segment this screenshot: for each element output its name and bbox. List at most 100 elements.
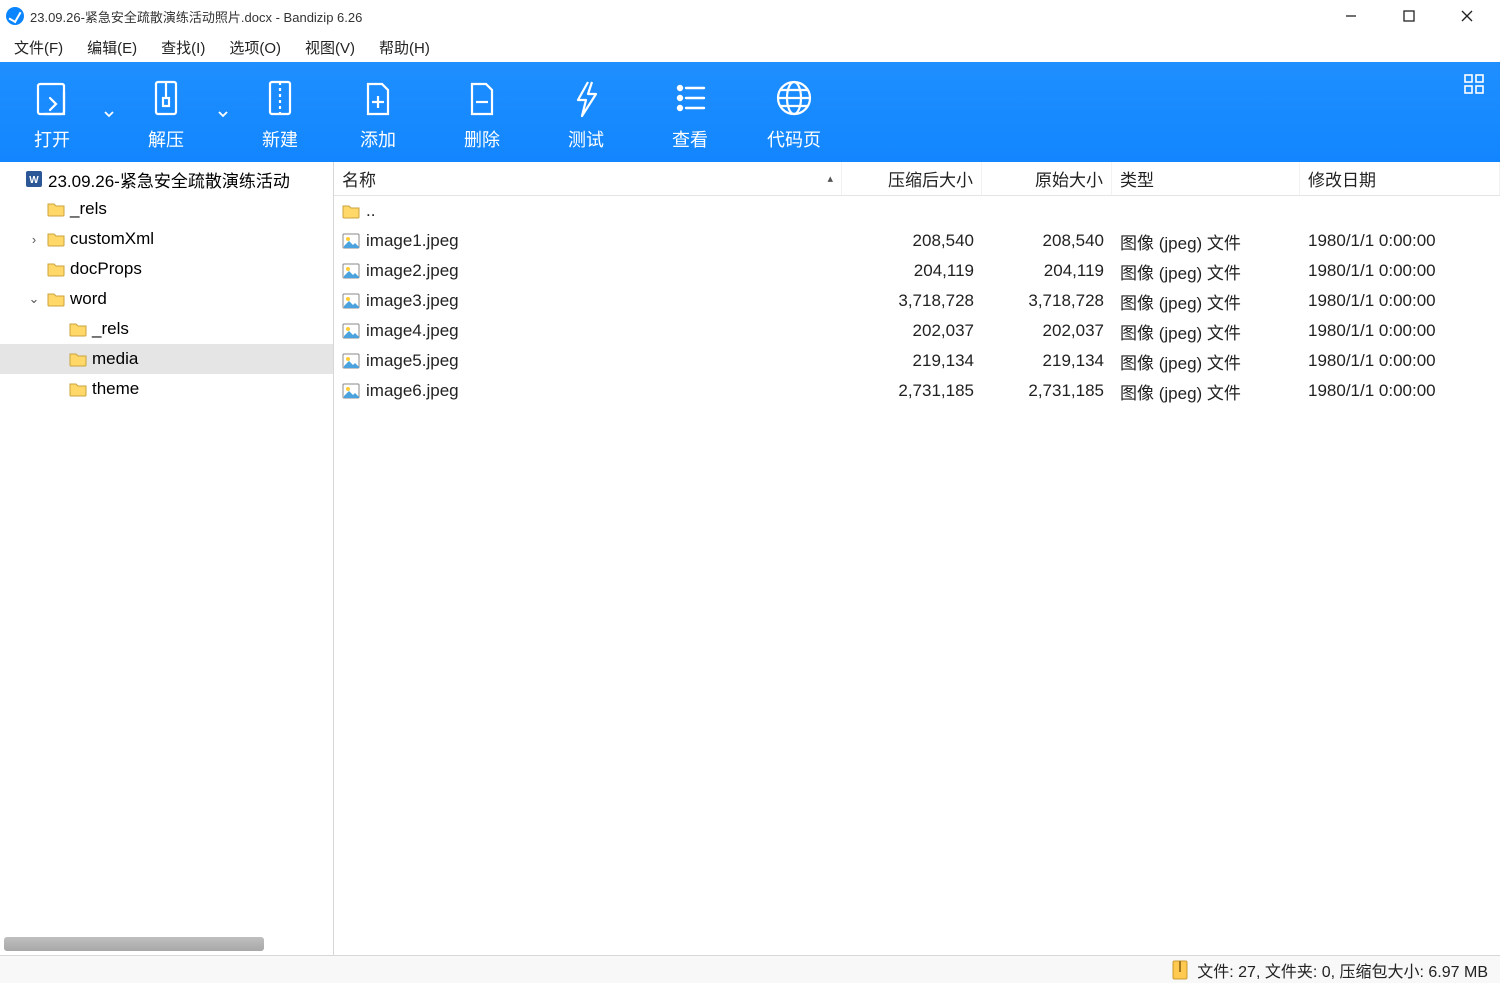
- parent-folder-row[interactable]: ..: [334, 196, 1500, 226]
- new-icon: [258, 76, 302, 120]
- delete-icon: [460, 76, 504, 120]
- menubar: 文件(F) 编辑(E) 查找(I) 选项(O) 视图(V) 帮助(H): [0, 32, 1500, 62]
- tree-item-theme[interactable]: ·theme: [0, 374, 333, 404]
- file-original-size: 202,037: [982, 321, 1112, 341]
- col-date[interactable]: 修改日期: [1300, 162, 1500, 195]
- file-original-size: 2,731,185: [982, 381, 1112, 401]
- layout-button[interactable]: [1454, 66, 1494, 162]
- archive-icon: [1171, 960, 1189, 980]
- maximize-button[interactable]: [1380, 0, 1438, 32]
- codepage-button[interactable]: 代码页: [742, 76, 846, 152]
- menu-view[interactable]: 视图(V): [295, 33, 365, 62]
- image-file-icon: [342, 352, 360, 370]
- file-original-size: 219,134: [982, 351, 1112, 371]
- expander-placeholder: ·: [26, 262, 42, 277]
- test-label: 测试: [568, 126, 604, 152]
- file-type: 图像 (jpeg) 文件: [1112, 229, 1300, 254]
- view-label: 查看: [672, 126, 708, 152]
- file-list: 名称▴ 压缩后大小 原始大小 类型 修改日期 ..image1.jpeg208,…: [334, 162, 1500, 955]
- window-title: 23.09.26-紧急安全疏散演练活动照片.docx - Bandizip 6.…: [30, 7, 362, 26]
- tree-root[interactable]: · W 23.09.26-紧急安全疏散演练活动: [0, 164, 333, 194]
- file-row[interactable]: image4.jpeg202,037202,037图像 (jpeg) 文件198…: [334, 316, 1500, 346]
- docx-icon: W: [24, 169, 44, 189]
- extract-dropdown[interactable]: [212, 108, 234, 120]
- extract-label: 解压: [148, 126, 184, 152]
- sidebar-scrollbar[interactable]: [4, 937, 264, 951]
- col-packed[interactable]: 压缩后大小: [842, 162, 982, 195]
- file-packed-size: 208,540: [842, 231, 982, 251]
- tree-item-label: theme: [92, 379, 139, 399]
- open-label: 打开: [34, 126, 70, 152]
- expander-placeholder: ·: [26, 202, 42, 217]
- folder-tree[interactable]: · W 23.09.26-紧急安全疏散演练活动 ·_rels › customXml…: [0, 162, 334, 955]
- tree-item-label: media: [92, 349, 138, 369]
- close-button[interactable]: [1438, 0, 1496, 32]
- column-headers: 名称▴ 压缩后大小 原始大小 类型 修改日期: [334, 162, 1500, 196]
- extract-icon: [144, 76, 188, 120]
- col-type-label: 类型: [1120, 166, 1154, 191]
- file-type: 图像 (jpeg) 文件: [1112, 349, 1300, 374]
- add-button[interactable]: 添加: [326, 76, 430, 152]
- menu-file[interactable]: 文件(F): [4, 33, 73, 62]
- tree-item-_rels[interactable]: ·_rels: [0, 314, 333, 344]
- tree-item-docProps[interactable]: · docProps: [0, 254, 333, 284]
- tree-item-label: word: [70, 289, 107, 309]
- file-date: 1980/1/1 0:00:00: [1300, 381, 1500, 401]
- folder-icon: [46, 199, 66, 219]
- expander-placeholder: ·: [48, 322, 64, 337]
- col-orig-label: 原始大小: [1035, 166, 1103, 191]
- file-name: image6.jpeg: [366, 381, 459, 401]
- file-packed-size: 219,134: [842, 351, 982, 371]
- image-file-icon: [342, 382, 360, 400]
- menu-edit[interactable]: 编辑(E): [77, 33, 147, 62]
- view-button[interactable]: 查看: [638, 76, 742, 152]
- test-button[interactable]: 测试: [534, 76, 638, 152]
- open-dropdown[interactable]: [98, 108, 120, 120]
- open-button[interactable]: 打开: [6, 76, 98, 152]
- col-orig[interactable]: 原始大小: [982, 162, 1112, 195]
- file-name: image5.jpeg: [366, 351, 459, 371]
- col-name[interactable]: 名称▴: [334, 162, 842, 195]
- file-name: image2.jpeg: [366, 261, 459, 281]
- folder-icon: [342, 202, 360, 220]
- folder-icon: [68, 379, 88, 399]
- file-date: 1980/1/1 0:00:00: [1300, 261, 1500, 281]
- tree-item-_rels[interactable]: ·_rels: [0, 194, 333, 224]
- file-original-size: 204,119: [982, 261, 1112, 281]
- expander-icon[interactable]: ›: [26, 232, 42, 247]
- extract-button[interactable]: 解压: [120, 76, 212, 152]
- status-text: 文件: 27, 文件夹: 0, 压缩包大小: 6.97 MB: [1197, 958, 1488, 982]
- tree-item-media[interactable]: ·media: [0, 344, 333, 374]
- parent-label: ..: [366, 201, 375, 221]
- menu-find[interactable]: 查找(I): [151, 33, 215, 62]
- file-date: 1980/1/1 0:00:00: [1300, 291, 1500, 311]
- minimize-button[interactable]: [1322, 0, 1380, 32]
- file-row[interactable]: image2.jpeg204,119204,119图像 (jpeg) 文件198…: [334, 256, 1500, 286]
- menu-options[interactable]: 选项(O): [219, 33, 291, 62]
- file-row[interactable]: image5.jpeg219,134219,134图像 (jpeg) 文件198…: [334, 346, 1500, 376]
- file-row[interactable]: image1.jpeg208,540208,540图像 (jpeg) 文件198…: [334, 226, 1500, 256]
- titlebar[interactable]: 23.09.26-紧急安全疏散演练活动照片.docx - Bandizip 6.…: [0, 0, 1500, 32]
- menu-help[interactable]: 帮助(H): [369, 33, 440, 62]
- folder-icon: [46, 229, 66, 249]
- expander-icon[interactable]: ⌄: [26, 291, 42, 307]
- file-name: image3.jpeg: [366, 291, 459, 311]
- tree-item-word[interactable]: ⌄ word: [0, 284, 333, 314]
- file-row[interactable]: image3.jpeg3,718,7283,718,728图像 (jpeg) 文…: [334, 286, 1500, 316]
- new-button[interactable]: 新建: [234, 76, 326, 152]
- file-row[interactable]: image6.jpeg2,731,1852,731,185图像 (jpeg) 文…: [334, 376, 1500, 406]
- image-file-icon: [342, 262, 360, 280]
- tree-item-label: docProps: [70, 259, 142, 279]
- tree-item-customXml[interactable]: › customXml: [0, 224, 333, 254]
- tree-item-label: customXml: [70, 229, 154, 249]
- image-file-icon: [342, 232, 360, 250]
- open-icon: [30, 76, 74, 120]
- delete-button[interactable]: 删除: [430, 76, 534, 152]
- file-packed-size: 2,731,185: [842, 381, 982, 401]
- file-type: 图像 (jpeg) 文件: [1112, 259, 1300, 284]
- folder-icon: [68, 319, 88, 339]
- statusbar: 文件: 27, 文件夹: 0, 压缩包大小: 6.97 MB: [0, 955, 1500, 983]
- new-label: 新建: [262, 126, 298, 152]
- test-icon: [564, 76, 608, 120]
- col-type[interactable]: 类型: [1112, 162, 1300, 195]
